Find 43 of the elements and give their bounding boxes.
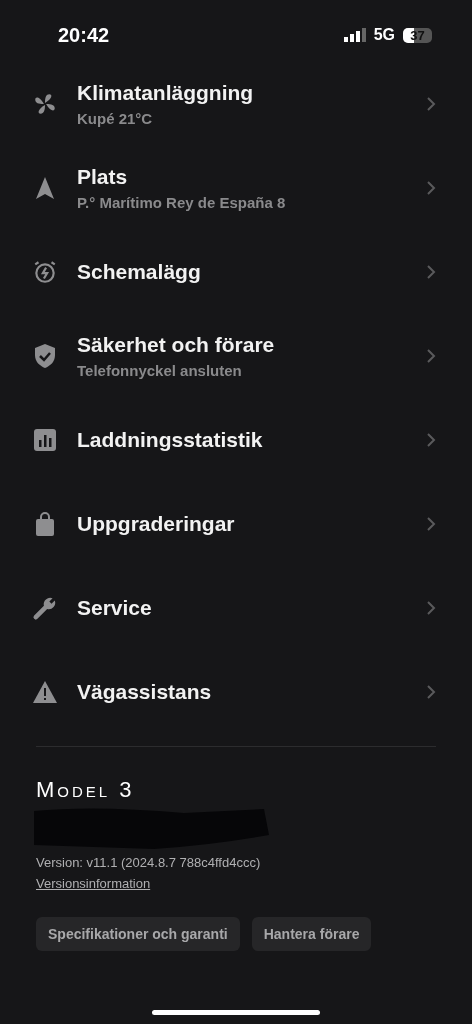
menu-item-subtitle: P.° Marítimo Rey de España 8: [77, 194, 287, 211]
version-text: Version: v11.1 (2024.8.7 788c4ffd4ccc): [36, 855, 262, 870]
chevron-right-icon: [426, 432, 436, 448]
fan-icon: [32, 91, 58, 117]
menu-item-title: Service: [77, 596, 153, 620]
menu-item-title: Uppgraderingar: [77, 512, 236, 536]
model-name: Model 3: [36, 777, 136, 803]
chevron-right-icon: [426, 348, 436, 364]
menu-item-title: Schemalägg: [77, 260, 202, 284]
menu-item-subtitle: Telefonnyckel ansluten: [77, 362, 243, 379]
chevron-right-icon: [426, 600, 436, 616]
chevron-right-icon: [426, 96, 436, 112]
version-info-link[interactable]: Versionsinformation: [36, 876, 436, 891]
chevron-right-icon: [426, 264, 436, 280]
chevron-right-icon: [426, 180, 436, 196]
bar-chart-icon: [34, 429, 56, 451]
wrench-icon: [32, 595, 58, 621]
menu-item[interactable]: Service: [0, 566, 472, 650]
menu-item-title: Vägassistans: [77, 680, 213, 704]
action-button[interactable]: Specifikationer och garanti: [36, 917, 240, 951]
status-time: 20:42: [58, 23, 110, 47]
menu-item[interactable]: Klimatanläggning Kupé 21°C: [0, 62, 472, 146]
menu-item[interactable]: Schemalägg: [0, 230, 472, 314]
warning-icon: [32, 680, 58, 704]
alarm-clock-icon: [32, 259, 58, 285]
menu-item-title: Plats: [77, 165, 129, 189]
chevron-right-icon: [426, 516, 436, 532]
action-button[interactable]: Hantera förare: [251, 917, 372, 951]
signal-icon: [343, 28, 366, 42]
navigation-arrow-icon: [35, 176, 55, 200]
menu-item[interactable]: Uppgraderingar: [0, 482, 472, 566]
shield-check-icon: [34, 343, 56, 369]
menu-item-title: Klimatanläggning: [77, 81, 255, 105]
chevron-right-icon: [426, 684, 436, 700]
menu-item[interactable]: Plats P.° Marítimo Rey de España 8: [0, 146, 472, 230]
menu-item-title: Laddningsstatistik: [77, 428, 264, 452]
network-type: 5G: [373, 26, 395, 44]
shopping-bag-icon: [35, 511, 55, 537]
menu-item-title: Säkerhet och förare: [77, 333, 276, 357]
menu-item-subtitle: Kupé 21°C: [77, 110, 154, 127]
menu-item[interactable]: Säkerhet och förare Telefonnyckel ansluten: [0, 314, 472, 398]
menu-item[interactable]: Vägassistans: [0, 650, 472, 734]
menu-item[interactable]: Laddningsstatistik: [0, 398, 472, 482]
